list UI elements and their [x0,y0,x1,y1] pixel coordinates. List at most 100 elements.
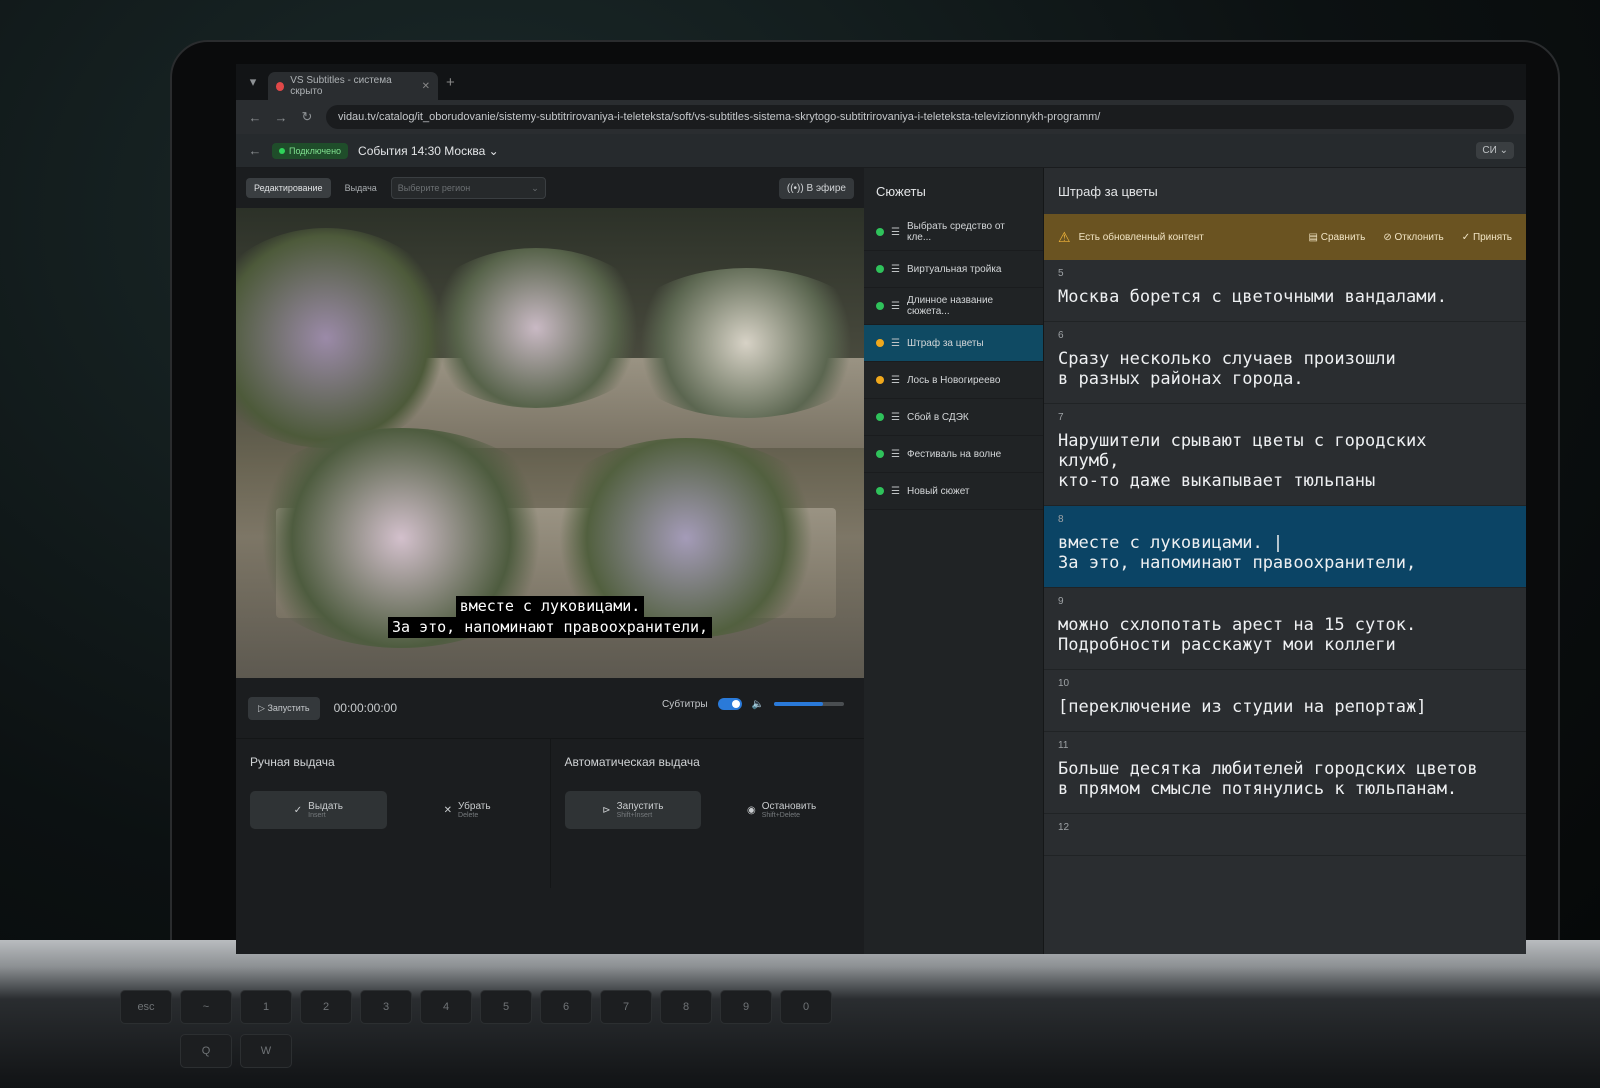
workspace: Редактирование Выдача Выберите регион ⌄ (… [236,168,1526,954]
volume-slider[interactable] [774,702,844,706]
video-preview[interactable]: вместе с луковицами. За это, напоминают … [236,208,864,678]
auto-issue-panel: Автоматическая выдача ⊳ Запустить Shift+In… [549,738,864,888]
address-bar-row: ← → ↻ vidau.tv/catalog/it_oborudovanie/s… [236,100,1526,134]
back-icon[interactable]: ← [248,110,262,125]
issue-button[interactable]: ✓ Выдать Insert [250,791,387,829]
accept-button[interactable]: ✓ Принять [1462,232,1512,243]
story-item[interactable]: ☰ Фестиваль на волне [864,436,1043,473]
keyboard-key: 5 [480,990,532,1024]
event-title: События 14:30 Москва [358,143,486,158]
cue-text[interactable]: Сразу несколько случаев произошли в разн… [1058,349,1512,389]
story-type-icon: ☰ [891,411,900,423]
user-avatar[interactable]: СИ ⌄ [1476,142,1514,159]
browser-tab[interactable]: VS Subtitles - система скрыто ✕ [268,72,438,100]
tab-title: VS Subtitles - система скрыто [290,75,392,97]
tab-menu-icon[interactable]: ▾ [246,74,260,90]
stories-title: Сюжеты [876,183,926,199]
compare-button[interactable]: ▤ Сравнить [1309,232,1366,243]
status-dot-icon [876,487,884,495]
close-tab-icon[interactable]: ✕ [422,81,430,92]
subtitle-cue[interactable]: 9 можно схлопотать арест на 15 суток. Под… [1044,588,1526,670]
app-header: ← Подключено События 14:30 Москва ⌄ СИ ⌄ [236,134,1526,168]
keyboard-key: 3 [360,990,412,1024]
player-toolbar: Редактирование Выдача Выберите регион ⌄ (… [236,168,864,208]
story-item[interactable]: ☰ Лось в Новогиреево [864,362,1043,399]
play-button[interactable]: ▷ Запустить [248,696,320,720]
play-icon: ▷ [258,702,265,713]
reload-icon[interactable]: ↻ [300,109,314,125]
auto-start-button[interactable]: ⊳ Запустить Shift+Insert [564,791,702,829]
url-field[interactable]: vidau.tv/catalog/it_oborudovanie/sistemy… [326,105,1514,129]
subtitle-cue[interactable]: 10 [переключение из студии на репортаж] [1044,670,1526,732]
cue-text[interactable]: [переключение из студии на репортаж] [1058,697,1512,717]
subtitle-cue[interactable]: 8 вместе с луковицами. | За это, напомина… [1044,506,1526,588]
keyboard-key: 7 [600,990,652,1024]
reject-button[interactable]: ⊘ Отклонить [1383,232,1443,243]
issue-hint: Insert [308,812,326,819]
cue-text[interactable]: Нарушители срывают цветы с городских клу… [1058,431,1512,491]
story-label: Лось в Новогиреево [906,374,1001,386]
document-icon: ▤ [1308,231,1318,243]
block-icon: ⊘ [1383,231,1392,243]
editor-title: Штраф за цветы [1058,183,1158,199]
story-item[interactable]: ☰ Выбрать средство от кле... [864,214,1043,251]
event-selector[interactable]: События 14:30 Москва ⌄ [358,144,499,158]
subtitle-cue[interactable]: 12 [1044,814,1526,856]
subtitle-cue[interactable]: 7 Нарушители срывают цветы с городских кл… [1044,404,1526,506]
keyboard-key: 0 [780,990,832,1024]
keyboard-key: esc [120,990,172,1024]
cue-number: 5 [1058,268,1064,279]
cue-text[interactable]: Москва борется с цветочными вандалами. [1058,287,1512,307]
cue-text[interactable]: вместе с луковицами. | За это, напоминаю… [1058,533,1512,573]
user-initials: СИ [1482,145,1497,156]
cue-number: 9 [1058,596,1064,607]
volume-icon[interactable]: 🔈 [752,699,764,710]
back-arrow-icon[interactable]: ← [248,143,262,158]
story-item[interactable]: ☰ Виртуальная тройка [864,251,1043,288]
story-item[interactable]: ☰ Сбой в СДЭК [864,399,1043,436]
keyboard-key: 1 [240,990,292,1024]
status-dot-icon [876,228,884,236]
subtitle-cue[interactable]: 6 Сразу несколько случаев произошли в раз… [1044,322,1526,404]
auto-stop-button[interactable]: ◉ Остановить Shift+Delete [713,791,850,829]
chevron-down-icon: ⌄ [531,183,539,193]
caption-line-2: За это, напоминают правоохранители, [387,617,713,638]
new-tab-icon[interactable]: + [446,74,455,91]
subtitle-cue[interactable]: 5 Москва борется с цветочными вандалами. [1044,260,1526,322]
on-air-button[interactable]: ((•)) В эфире [778,177,854,199]
tab-editing[interactable]: Редактирование [246,178,331,198]
video-caption: вместе с луковицами. За это, напоминают … [236,596,864,638]
broadcast-icon: ((•)) [786,182,804,194]
flower-bush [616,268,864,418]
story-type-icon: ☰ [891,337,900,349]
connection-status-badge: Подключено [272,142,349,159]
remove-button[interactable]: ✕ Убрать Delete [399,791,536,829]
cue-number: 8 [1058,514,1064,525]
story-item[interactable]: ☰ Штраф за цветы [864,325,1043,362]
issue-panels: Ручная выдача ✓ Выдать Insert ✕ Убрать Delet… [236,738,864,888]
cue-number: 11 [1058,740,1069,751]
story-type-icon: ☰ [891,300,900,312]
story-item[interactable]: ☰ Новый сюжет [864,473,1043,510]
cue-text[interactable]: Больше десятка любителей городских цвето… [1058,759,1512,799]
keyboard-key: 4 [420,990,472,1024]
cue-number: 12 [1058,822,1070,833]
region-select[interactable]: Выберите регион ⌄ [390,177,546,199]
subtitle-cue[interactable]: 11 Больше десятка любителей городских цве… [1044,732,1526,814]
story-item[interactable]: ☰ Длинное название сюжета... [864,288,1043,325]
auto-stop-hint: Shift+Delete [761,812,801,819]
cue-number: 10 [1058,678,1070,689]
subtitles-toggle[interactable] [717,698,742,710]
story-label: Штраф за цветы [906,337,984,349]
status-led-icon [279,147,285,154]
forward-icon[interactable]: → [274,110,288,125]
status-dot-icon [876,302,884,310]
screen: ▾ VS Subtitles - система скрыто ✕ + ← → … [236,64,1526,954]
story-type-icon: ☰ [891,374,900,386]
keyboard: esc ~1 2 3 4 5 6 7 8 9 0 Q W [60,990,1560,1088]
tab-issue[interactable]: Выдача [337,178,385,198]
story-label: Фестиваль на волне [906,448,1002,460]
cue-text[interactable]: можно схлопотать арест на 15 суток. Подр… [1058,615,1512,655]
check-icon: ✓ [293,804,303,816]
url-text: vidau.tv/catalog/it_oborudovanie/sistemy… [338,111,1101,123]
